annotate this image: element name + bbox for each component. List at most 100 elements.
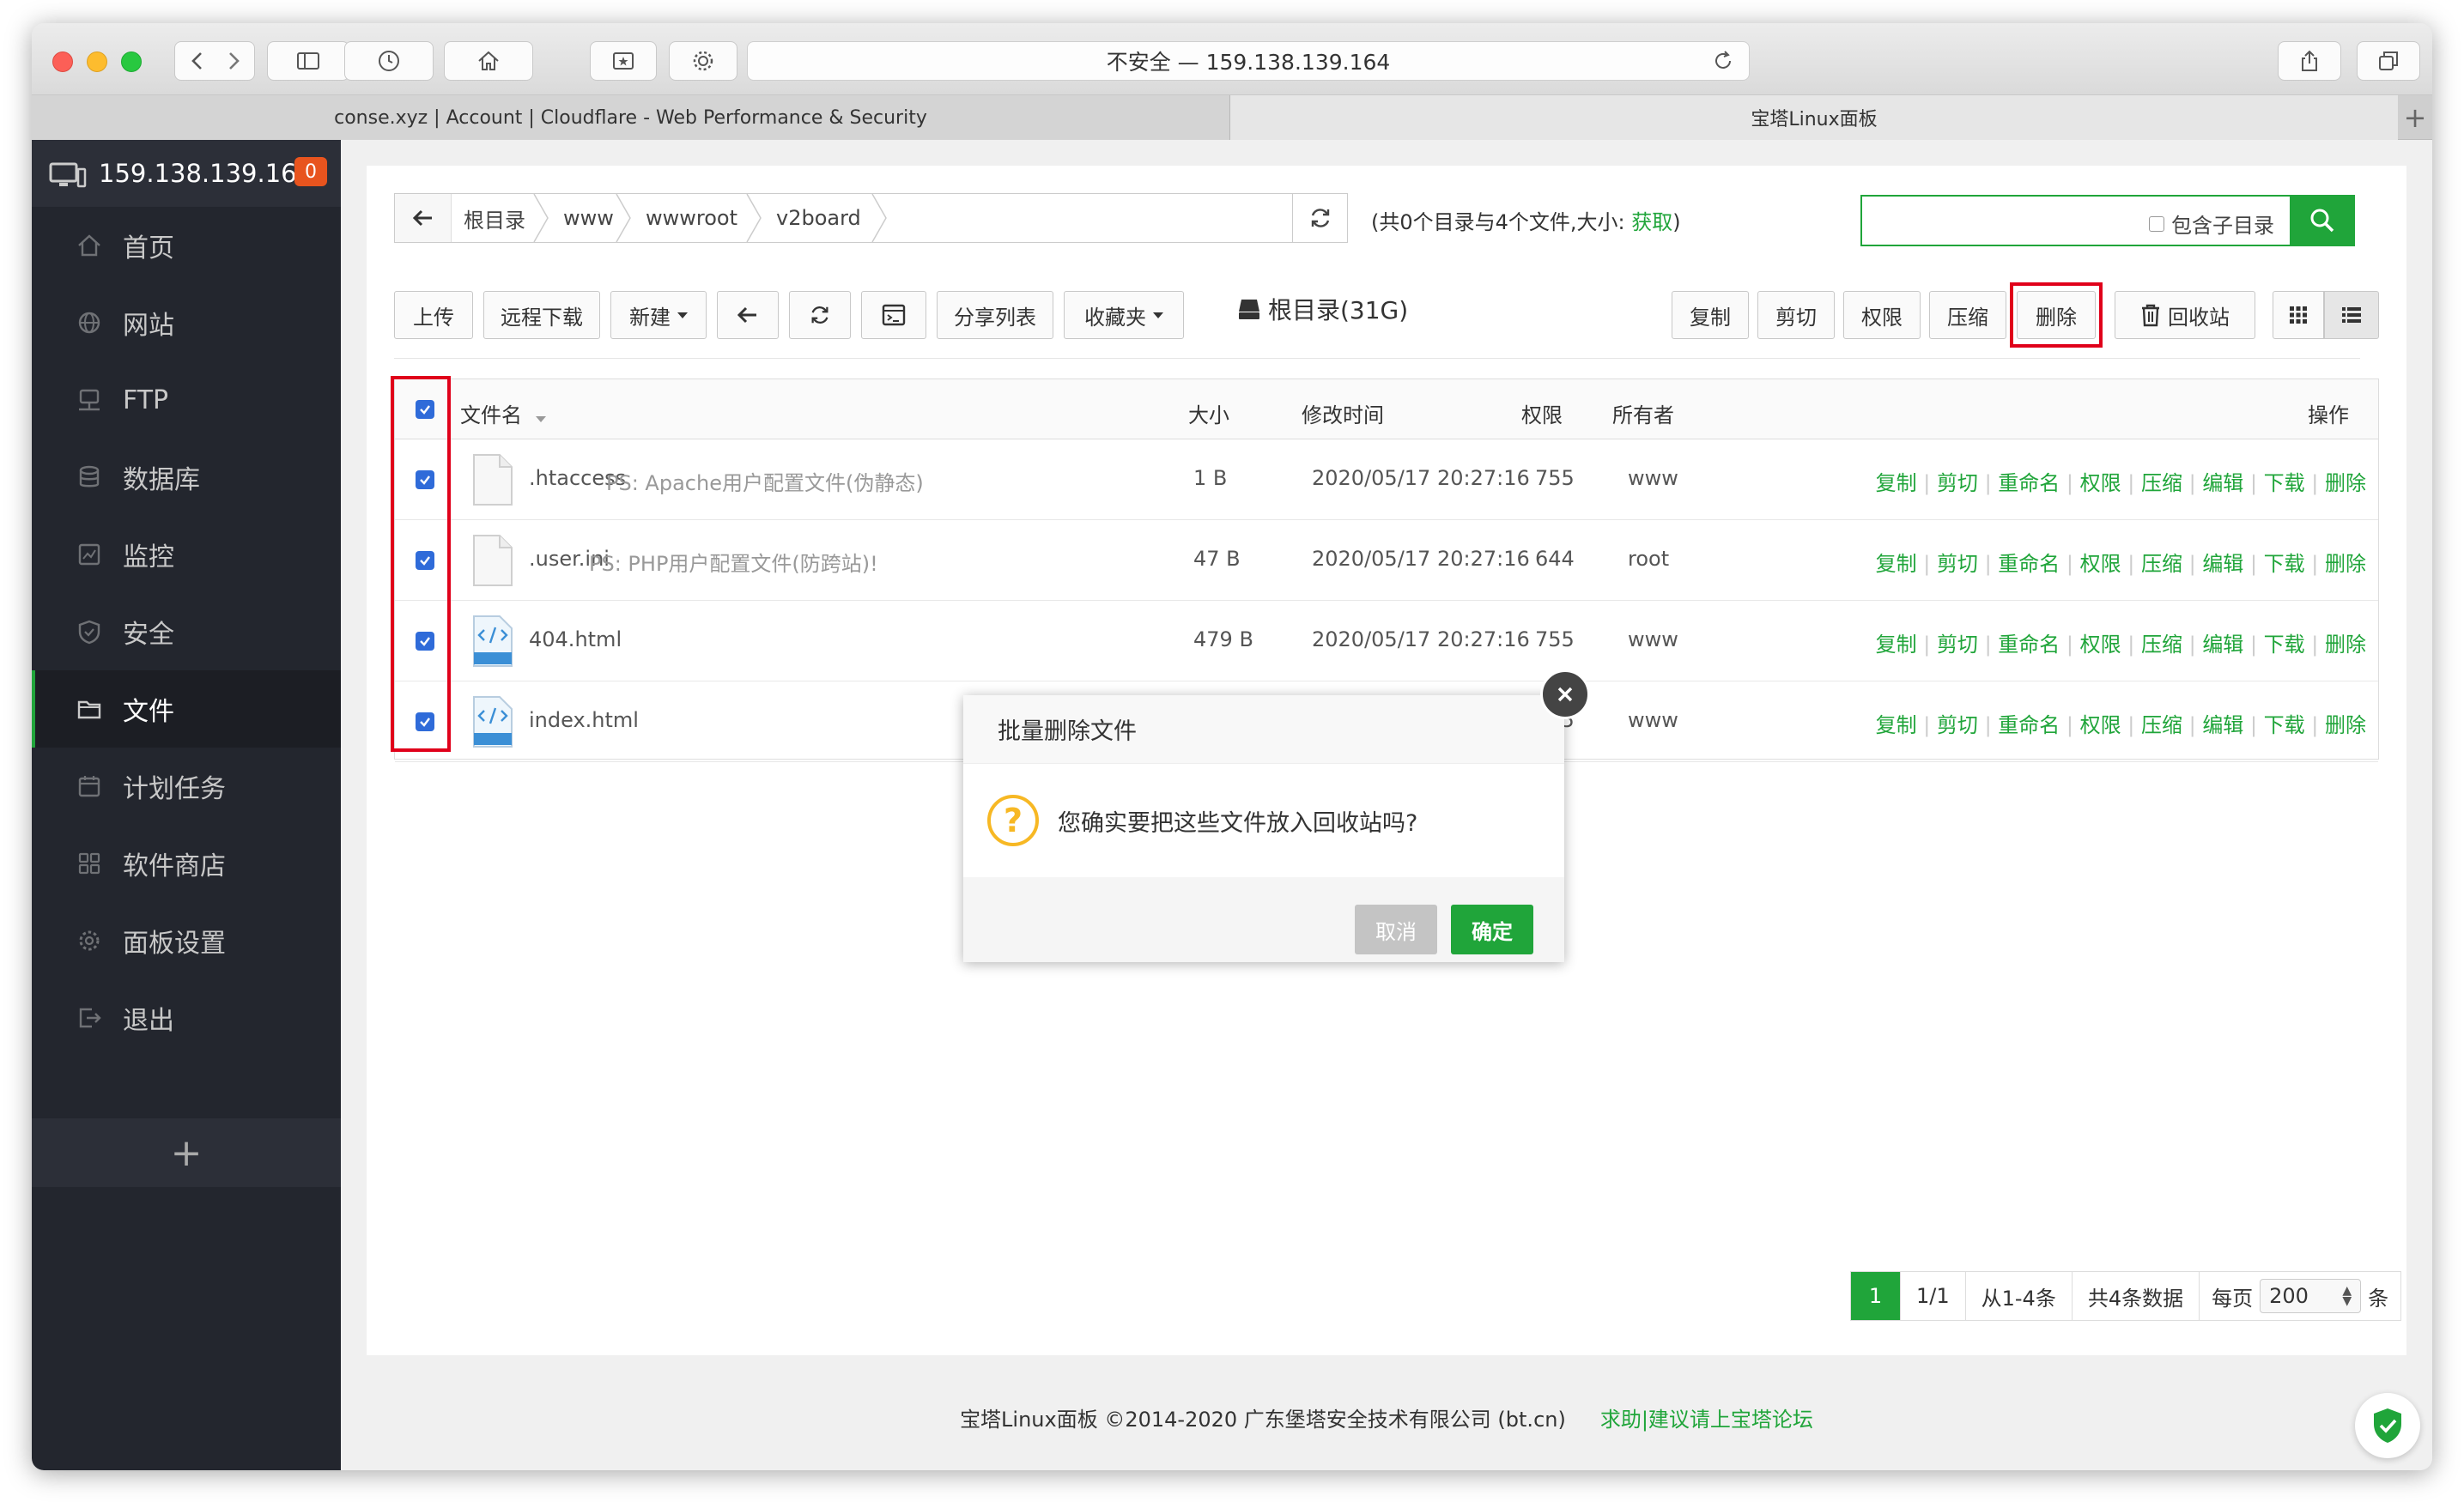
breadcrumb-refresh-button[interactable] <box>1292 194 1347 242</box>
sidebar-item-6[interactable]: 文件 <box>32 670 341 748</box>
reload-icon[interactable] <box>1711 49 1735 73</box>
grid-view-button[interactable] <box>2273 291 2324 339</box>
new-dropdown-button[interactable]: 新建 <box>610 291 707 339</box>
file-owner[interactable]: www <box>1628 708 1678 732</box>
row-action-5[interactable]: 编辑 <box>2202 633 2243 657</box>
file-owner[interactable]: www <box>1628 627 1678 651</box>
share-list-button[interactable]: 分享列表 <box>937 291 1053 339</box>
batch-permission-button[interactable]: 权限 <box>1843 291 1921 339</box>
row-action-7[interactable]: 删除 <box>2325 713 2366 737</box>
row-action-2[interactable]: 重命名 <box>1998 471 2060 495</box>
table-row[interactable]: 404.html 479 B 2020/05/17 20:27:16 755 www 复制… <box>395 601 2378 681</box>
sidebar-toggle-button[interactable] <box>267 41 349 81</box>
cancel-button[interactable]: 取消 <box>1355 905 1437 954</box>
row-action-1[interactable]: 剪切 <box>1937 471 1978 495</box>
row-action-4[interactable]: 压缩 <box>2141 713 2182 737</box>
remote-download-button[interactable]: 远程下载 <box>483 291 600 339</box>
row-action-6[interactable]: 下载 <box>2264 471 2305 495</box>
file-name[interactable]: 404.html <box>529 627 622 651</box>
file-permission[interactable]: 644 <box>1535 547 1575 571</box>
row-action-4[interactable]: 压缩 <box>2141 471 2182 495</box>
row-action-6[interactable]: 下载 <box>2264 633 2305 657</box>
batch-compress-button[interactable]: 压缩 <box>1929 291 2006 339</box>
page-current-button[interactable]: 1 <box>1851 1272 1901 1320</box>
upload-button[interactable]: 上传 <box>394 291 473 339</box>
sidebar-item-9[interactable]: 面板设置 <box>32 902 341 979</box>
sidebar-item-0[interactable]: 首页 <box>32 207 341 284</box>
forward-button[interactable] <box>210 41 255 81</box>
row-action-7[interactable]: 删除 <box>2325 633 2366 657</box>
file-owner[interactable]: root <box>1628 547 1669 571</box>
row-action-6[interactable]: 下载 <box>2264 713 2305 737</box>
checkbox-box[interactable] <box>2149 215 2164 232</box>
file-name[interactable]: index.html <box>529 708 639 732</box>
column-header-size[interactable]: 大小 <box>1188 398 1229 428</box>
row-action-3[interactable]: 权限 <box>2080 552 2121 576</box>
close-window-button[interactable] <box>52 51 73 72</box>
security-shield-button[interactable] <box>2355 1393 2420 1458</box>
sidebar-item-10[interactable]: 退出 <box>32 979 341 1057</box>
sidebar-item-5[interactable]: 安全 <box>32 593 341 670</box>
extension-button[interactable] <box>669 41 737 81</box>
column-header-owner[interactable]: 所有者 <box>1612 398 1674 428</box>
breadcrumb-item-v2board[interactable]: v2board <box>776 194 861 242</box>
breadcrumb-back-button[interactable] <box>395 194 452 242</box>
zoom-window-button[interactable] <box>121 51 142 72</box>
new-tab-button[interactable]: + <box>2398 95 2432 140</box>
file-permission[interactable]: 755 <box>1535 466 1575 490</box>
row-action-0[interactable]: 复制 <box>1876 471 1917 495</box>
sidebar-item-8[interactable]: 软件商店 <box>32 825 341 902</box>
row-action-5[interactable]: 编辑 <box>2202 471 2243 495</box>
back-dir-button[interactable] <box>717 291 779 339</box>
row-action-3[interactable]: 权限 <box>2080 713 2121 737</box>
per-page-select[interactable]: 200 ▲ ▼ <box>2260 1279 2362 1313</box>
search-button[interactable] <box>2290 195 2355 246</box>
address-bar[interactable]: 不安全 — 159.138.139.164 <box>747 41 1750 81</box>
history-button[interactable] <box>344 41 434 81</box>
row-action-3[interactable]: 权限 <box>2080 633 2121 657</box>
tabs-overview-button[interactable] <box>2357 41 2420 81</box>
sidebar-item-7[interactable]: 计划任务 <box>32 748 341 825</box>
row-action-4[interactable]: 压缩 <box>2141 552 2182 576</box>
row-action-1[interactable]: 剪切 <box>1937 633 1978 657</box>
row-action-4[interactable]: 压缩 <box>2141 633 2182 657</box>
row-action-2[interactable]: 重命名 <box>1998 633 2060 657</box>
row-action-5[interactable]: 编辑 <box>2202 552 2243 576</box>
column-header-mtime[interactable]: 修改时间 <box>1302 398 1384 428</box>
recycle-bin-button[interactable]: 回收站 <box>2115 291 2255 339</box>
terminal-button[interactable] <box>861 291 926 339</box>
row-action-7[interactable]: 删除 <box>2325 552 2366 576</box>
sidebar-item-4[interactable]: 监控 <box>32 516 341 593</box>
home-button[interactable] <box>444 41 533 81</box>
refresh-button[interactable] <box>789 291 851 339</box>
row-action-2[interactable]: 重命名 <box>1998 552 2060 576</box>
batch-copy-button[interactable]: 复制 <box>1672 291 1749 339</box>
row-action-1[interactable]: 剪切 <box>1937 552 1978 576</box>
fetch-size-link[interactable]: 获取 <box>1631 210 1672 234</box>
row-action-0[interactable]: 复制 <box>1876 633 1917 657</box>
file-owner[interactable]: www <box>1628 466 1678 490</box>
row-action-0[interactable]: 复制 <box>1876 552 1917 576</box>
dialog-close-button[interactable] <box>1540 669 1590 719</box>
batch-cut-button[interactable]: 剪切 <box>1757 291 1835 339</box>
disk-selector[interactable]: 根目录(31G) <box>1237 292 1408 326</box>
file-permission[interactable]: 755 <box>1535 627 1575 651</box>
table-row[interactable]: .user.ini PS: PHP用户配置文件(防跨站)! 47 B 2020/05/… <box>395 520 2378 601</box>
list-view-button[interactable] <box>2324 291 2379 339</box>
tab-bt-panel[interactable]: 宝塔Linux面板 <box>1230 95 2398 140</box>
column-header-permission[interactable]: 权限 <box>1521 398 1563 428</box>
sidebar-add-button[interactable]: + <box>32 1118 341 1187</box>
search-input[interactable] <box>1862 197 2137 245</box>
row-action-1[interactable]: 剪切 <box>1937 713 1978 737</box>
row-action-6[interactable]: 下载 <box>2264 552 2305 576</box>
sidebar-item-1[interactable]: 网站 <box>32 284 341 361</box>
table-row[interactable]: .htaccess PS: Apache用户配置文件(伪静态) 1 B 2020/05… <box>395 439 2378 520</box>
bookmark-button[interactable] <box>590 41 657 81</box>
confirm-button[interactable]: 确定 <box>1451 905 1533 954</box>
notification-badge[interactable]: 0 <box>294 157 327 186</box>
row-action-3[interactable]: 权限 <box>2080 471 2121 495</box>
sidebar-item-3[interactable]: 数据库 <box>32 439 341 516</box>
sidebar-item-2[interactable]: FTP <box>32 361 341 439</box>
column-header-name[interactable]: 文件名 <box>460 398 546 428</box>
footer-help-link[interactable]: 求助|建议请上宝塔论坛 <box>1600 1402 1813 1432</box>
